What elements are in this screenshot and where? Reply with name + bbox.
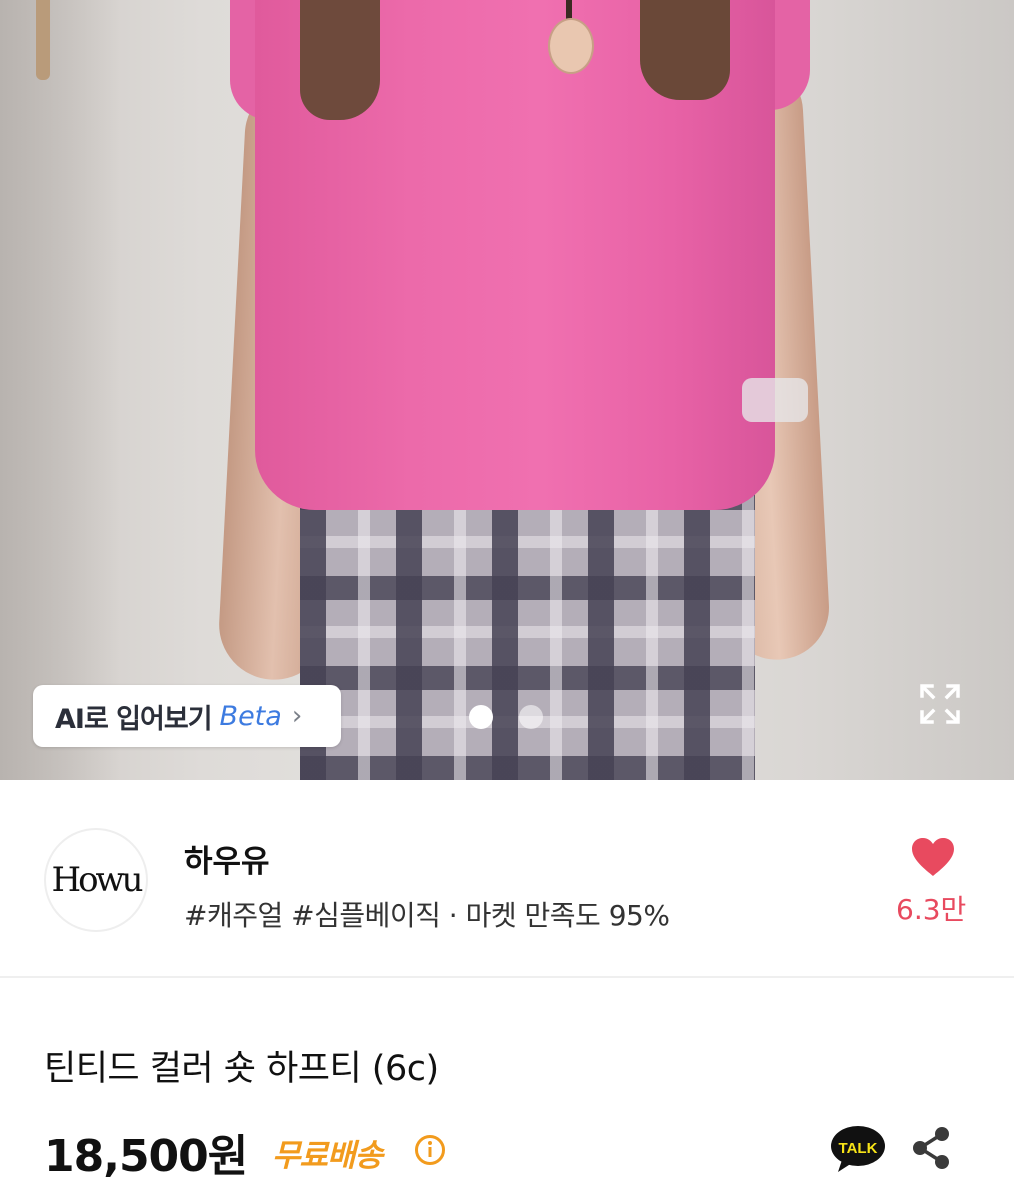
product-price: 18,500원 (44, 1131, 248, 1182)
free-shipping-badge: 무료배송 (272, 1138, 383, 1174)
necklace-pendant (548, 18, 594, 74)
product-photo[interactable]: AI로 입어보기 Beta › (0, 0, 1014, 780)
shop-name[interactable]: 하우유 (184, 836, 270, 881)
shop-logo[interactable]: Howu (44, 828, 148, 932)
heart-icon[interactable] (910, 836, 956, 878)
bracelet (742, 378, 808, 422)
shop-info: Howu 하우유 #캐주얼 #심플베이직 · 마켓 만족도 95% 6.3만 (0, 780, 1014, 976)
expand-icon[interactable] (918, 682, 962, 726)
shop-logo-text: Howu (51, 860, 143, 900)
shop-tags: #캐주얼 #심플베이직 · 마켓 만족도 95% (184, 899, 670, 932)
share-icon[interactable] (910, 1126, 952, 1170)
product-title: 틴티드 컬러 숏 하프티 (6c) (44, 1049, 439, 1089)
beta-badge: Beta (219, 700, 282, 732)
carousel-indicator (469, 705, 543, 729)
ai-try-on-label: AI로 입어보기 (55, 703, 213, 735)
section-divider (0, 976, 1014, 978)
like-count: 6.3만 (896, 893, 967, 926)
carousel-dot-2[interactable] (519, 705, 543, 729)
carousel-dot-1[interactable] (469, 705, 493, 729)
wall-shadow (0, 0, 120, 780)
wall-hook (36, 0, 50, 80)
chevron-right-icon: › (291, 701, 303, 731)
ai-try-on-button[interactable]: AI로 입어보기 Beta › (33, 685, 341, 747)
hair-left (300, 0, 380, 120)
kakao-talk-icon[interactable]: TALK (830, 1124, 886, 1174)
talk-label: TALK (839, 1140, 878, 1157)
info-icon[interactable] (414, 1134, 446, 1166)
hair-right (640, 0, 730, 100)
